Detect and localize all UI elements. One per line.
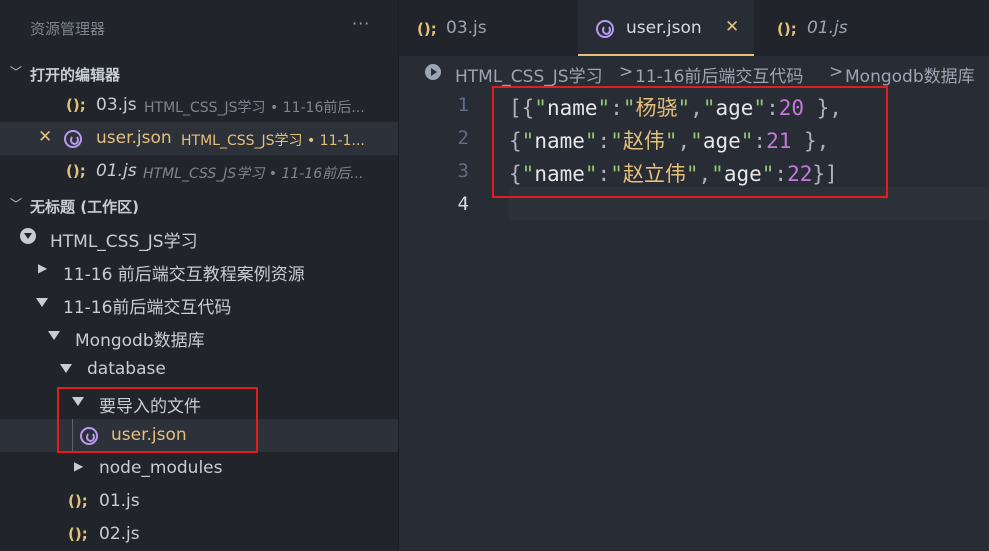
breadcrumb-item[interactable]: HTML_CSS_JS学习 bbox=[455, 62, 603, 87]
chevron-down-icon bbox=[60, 364, 72, 373]
open-editor-path: HTML_CSS_JS学习 • 11-16前后... bbox=[143, 166, 364, 182]
tab-03js[interactable]: (); 03.js bbox=[399, 0, 529, 56]
line-number: 2 bbox=[457, 127, 469, 149]
chevron-down-icon bbox=[36, 298, 48, 307]
tree-item-label: 01.js bbox=[99, 491, 140, 511]
breadcrumb-separator: > bbox=[829, 62, 844, 82]
explorer-header: 资源管理器 ··· bbox=[0, 0, 398, 58]
explorer-sidebar: 资源管理器 ··· 〉 打开的编辑器 (); 03.js HTML_CSS_JS… bbox=[0, 0, 399, 550]
tree-item-folder[interactable]: ▶ 11-16 前后端交互教程案例资源 bbox=[0, 254, 398, 287]
js-file-icon: (); bbox=[777, 20, 797, 38]
chevron-down-icon bbox=[48, 331, 60, 340]
tree-item-label: 11-16前后端交互代码 bbox=[63, 298, 232, 318]
open-editor-item[interactable]: (); 03.js HTML_CSS_JS学习 • 11-16前后... bbox=[0, 89, 398, 122]
line-number: 3 bbox=[457, 160, 469, 182]
open-editor-name: 01.js bbox=[96, 161, 137, 181]
open-editor-name: user.json bbox=[96, 128, 172, 148]
workspace-label: 无标题 (工作区) bbox=[30, 198, 139, 216]
close-icon[interactable]: ✕ bbox=[725, 17, 739, 37]
tree-item-folder[interactable]: database bbox=[0, 353, 398, 386]
folder-root-icon bbox=[20, 228, 36, 244]
more-actions-icon[interactable]: ··· bbox=[352, 14, 370, 33]
chevron-right-icon: ▶ bbox=[38, 261, 48, 275]
chevron-down-icon: 〉 bbox=[8, 197, 23, 210]
breadcrumb-item[interactable]: Mongodb数据库 bbox=[845, 62, 975, 87]
tab-label: 01.js bbox=[807, 18, 848, 38]
close-icon[interactable]: ✕ bbox=[38, 127, 52, 147]
tree-item-file[interactable]: (); 01.js bbox=[0, 485, 398, 518]
tree-item-label: node_modules bbox=[99, 458, 223, 478]
tree-item-folder[interactable]: Mongodb数据库 bbox=[0, 320, 398, 353]
chevron-right-icon: ▶ bbox=[74, 459, 84, 473]
tree-item-label: HTML_CSS_JS学习 bbox=[50, 232, 198, 252]
json-file-icon bbox=[596, 20, 614, 38]
tab-01js[interactable]: (); 01.js bbox=[759, 0, 889, 56]
highlight-box bbox=[492, 86, 888, 198]
open-editor-name: 03.js bbox=[96, 95, 137, 115]
tree-item-root[interactable]: HTML_CSS_JS学习 bbox=[0, 221, 398, 254]
line-number: 1 bbox=[457, 94, 469, 116]
breadcrumb-separator: > bbox=[619, 62, 634, 82]
js-file-icon: (); bbox=[417, 20, 437, 38]
js-file-icon: (); bbox=[68, 525, 88, 543]
open-editors-label: 打开的编辑器 bbox=[30, 66, 121, 84]
folder-root-icon bbox=[425, 64, 441, 80]
js-file-icon: (); bbox=[68, 492, 88, 510]
tree-item-label: Mongodb数据库 bbox=[75, 331, 205, 351]
workspace-section-header[interactable]: 〉 无标题 (工作区) bbox=[0, 188, 398, 221]
js-file-icon: (); bbox=[66, 96, 86, 114]
tree-item-label: 11-16 前后端交互教程案例资源 bbox=[63, 265, 305, 285]
json-file-icon bbox=[64, 130, 82, 148]
tree-item-folder[interactable]: ▶ node_modules bbox=[0, 452, 398, 485]
open-editor-path: HTML_CSS_JS学习 • 11-16前后... bbox=[144, 100, 365, 116]
tree-item-label: 02.js bbox=[99, 524, 140, 544]
line-number: 4 bbox=[457, 193, 469, 215]
tab-label: user.json bbox=[626, 18, 702, 38]
open-editor-path: HTML_CSS_JS学习 • 11-1... bbox=[181, 133, 365, 149]
tab-user-json[interactable]: user.json ✕ bbox=[578, 0, 754, 56]
chevron-down-icon: 〉 bbox=[8, 65, 23, 78]
breadcrumb: HTML_CSS_JS学习 > 11-16前后端交互代码 > Mongodb数据… bbox=[399, 56, 989, 90]
tree-item-label: database bbox=[87, 359, 166, 379]
open-editor-item-active[interactable]: ✕ user.json HTML_CSS_JS学习 • 11-1... bbox=[0, 122, 398, 155]
js-file-icon: (); bbox=[66, 162, 86, 180]
tree-item-file[interactable]: (); 02.js bbox=[0, 518, 398, 551]
open-editors-section-header[interactable]: 〉 打开的编辑器 bbox=[0, 56, 398, 89]
tab-bar: (); 03.js user.json ✕ (); 01.js bbox=[399, 0, 989, 56]
tab-label: 03.js bbox=[446, 18, 487, 38]
editor-pane: (); 03.js user.json ✕ (); 01.js HTML_CSS… bbox=[399, 0, 989, 550]
explorer-title: 资源管理器 bbox=[30, 20, 106, 38]
highlight-box bbox=[57, 387, 258, 453]
open-editor-item[interactable]: (); 01.js HTML_CSS_JS学习 • 11-16前后... bbox=[0, 155, 398, 188]
breadcrumb-item[interactable]: 11-16前后端交互代码 bbox=[635, 62, 803, 87]
tree-item-folder[interactable]: 11-16前后端交互代码 bbox=[0, 287, 398, 320]
